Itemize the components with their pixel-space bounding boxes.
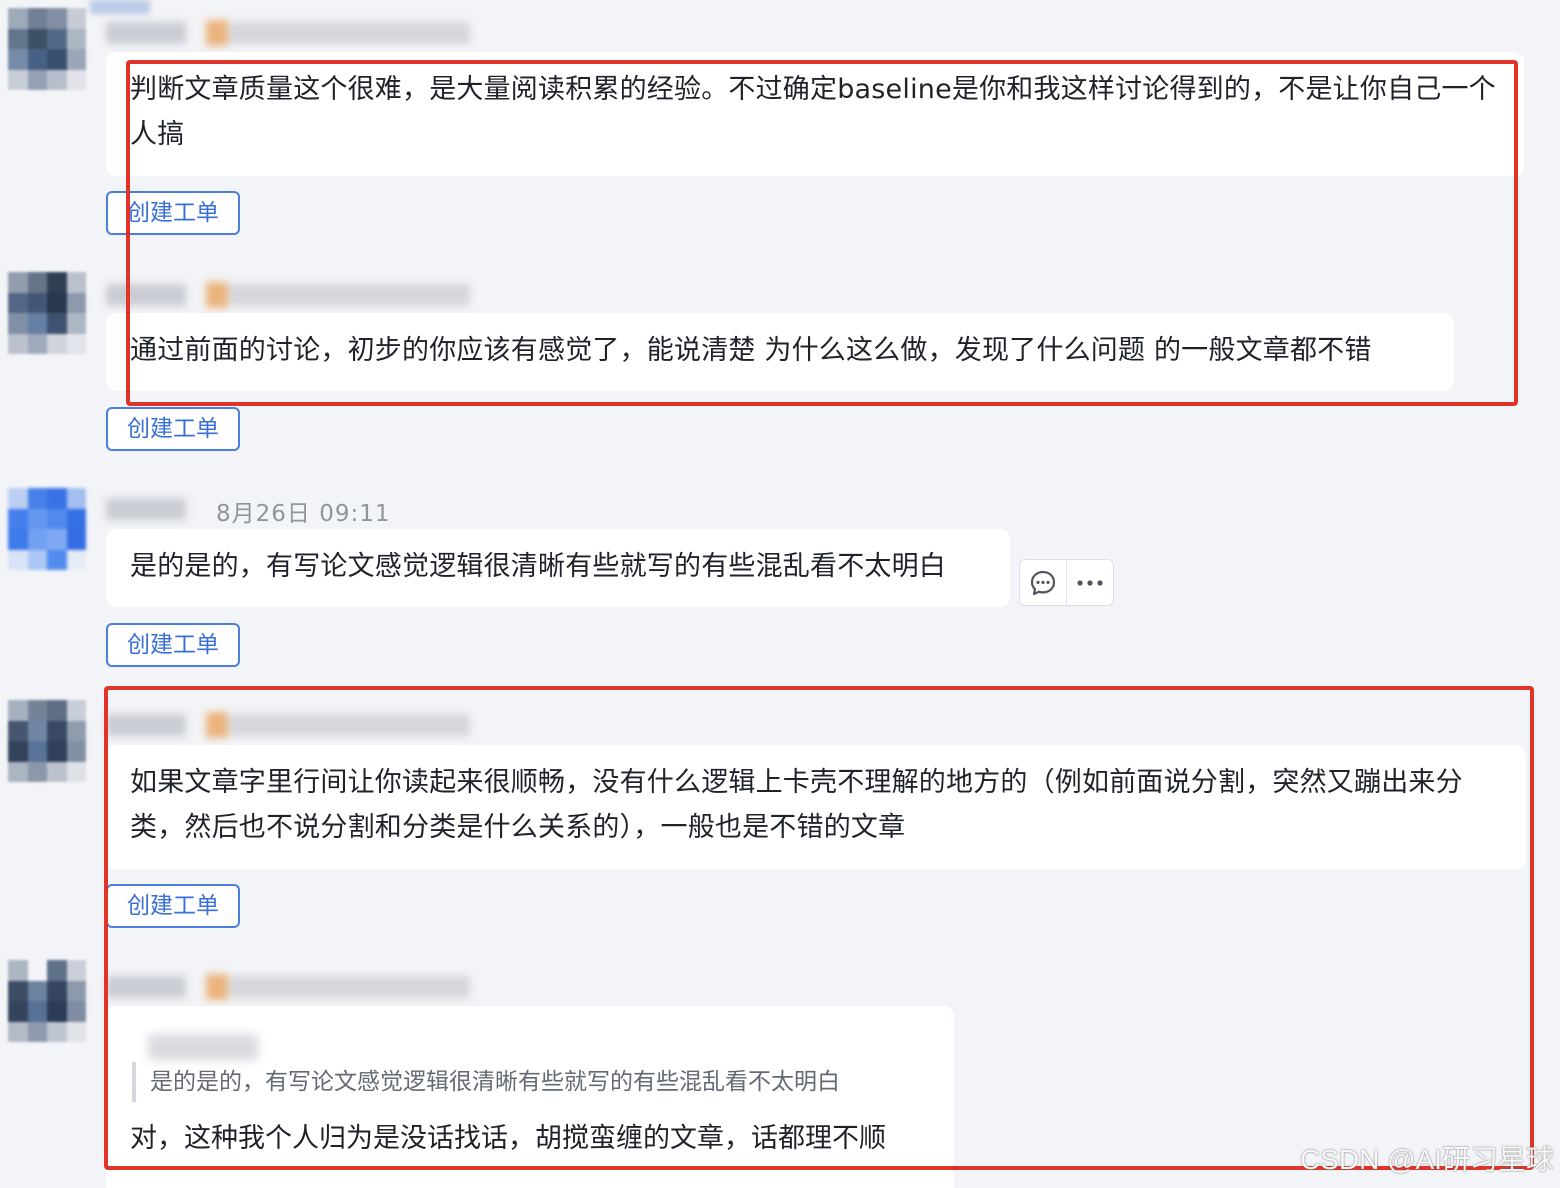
chat-view: 判断文章质量这个很难，是大量阅读积累的经验。不过确定baseline是你和我这样… xyxy=(0,0,1560,1188)
create-ticket-button[interactable]: 创建工单 xyxy=(106,623,240,667)
sender-name-blurred xyxy=(106,972,476,1002)
message-text: 对，这种我个人归为是没话找话，胡搅蛮缠的文章，话都理不顺 xyxy=(130,1123,886,1154)
sender-name-blurred xyxy=(106,710,476,740)
more-dots-icon xyxy=(1077,579,1103,586)
avatar[interactable] xyxy=(8,8,86,90)
message-bubble: 如果文章字里行间让你读起来很顺畅，没有什么逻辑上卡壳不理解的地方的（例如前面说分… xyxy=(106,745,1526,869)
message-bubble: 判断文章质量这个很难，是大量阅读积累的经验。不过确定baseline是你和我这样… xyxy=(106,52,1524,176)
create-ticket-button[interactable]: 创建工单 xyxy=(106,191,240,235)
message-text: 判断文章质量这个很难，是大量阅读积累的经验。不过确定baseline是你和我这样… xyxy=(130,74,1496,150)
avatar[interactable] xyxy=(8,488,86,570)
comment-bubble-icon xyxy=(1030,570,1056,595)
sender-name-blurred xyxy=(106,280,476,310)
blurred-header-fragment xyxy=(90,0,150,14)
message-action-bar xyxy=(1019,559,1114,606)
sender-name-blurred xyxy=(106,18,476,48)
avatar[interactable] xyxy=(8,960,86,1042)
message-text: 如果文章字里行间让你读起来很顺畅，没有什么逻辑上卡壳不理解的地方的（例如前面说分… xyxy=(130,767,1463,843)
sender-name-blurred xyxy=(106,494,196,524)
message-text: 通过前面的讨论，初步的你应该有感觉了，能说清楚 为什么这么做，发现了什么问题 的… xyxy=(130,335,1372,366)
message-text: 是的是的，有写论文感觉逻辑很清晰有些就写的有些混乱看不太明白 xyxy=(130,551,946,582)
message-bubble: 是的是的，有写论文感觉逻辑很清晰有些就写的有些混乱看不太明白 xyxy=(106,529,1010,607)
create-ticket-button[interactable]: 创建工单 xyxy=(106,407,240,451)
message-bubble: 通过前面的讨论，初步的你应该有感觉了，能说清楚 为什么这么做，发现了什么问题 的… xyxy=(106,313,1454,391)
avatar[interactable] xyxy=(8,700,86,782)
message-timestamp: 8月26日 09:11 xyxy=(216,501,391,527)
reply-button[interactable] xyxy=(1020,560,1066,605)
watermark: CSDN @AI研习星球 xyxy=(1300,1144,1554,1175)
quoted-message: 是的是的，有写论文感觉逻辑很清晰有些就写的有些混乱看不太明白 xyxy=(132,1062,840,1102)
avatar[interactable] xyxy=(8,272,86,354)
create-ticket-button[interactable]: 创建工单 xyxy=(106,884,240,928)
quoted-sender-blurred xyxy=(148,1034,258,1060)
more-button[interactable] xyxy=(1067,560,1113,605)
